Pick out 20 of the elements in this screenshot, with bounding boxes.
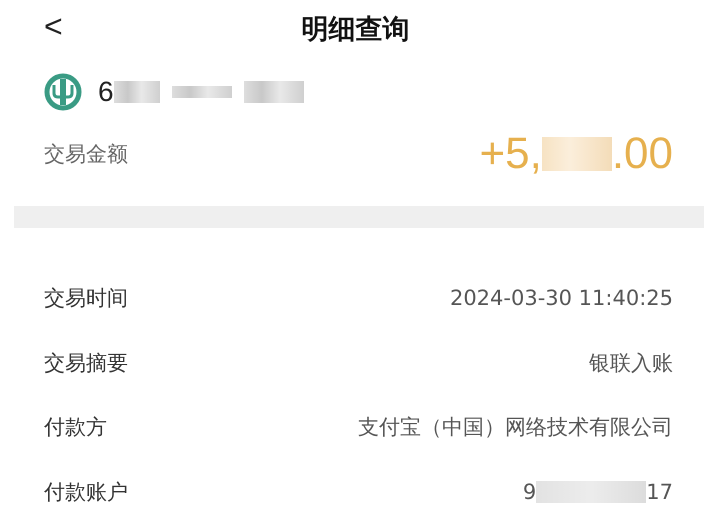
- redaction-mosaic: [244, 81, 304, 103]
- detail-label: 交易时间: [44, 285, 128, 312]
- account-start: 9: [522, 480, 536, 504]
- amount-start: +5,: [479, 129, 542, 179]
- detail-value: 2024-03-30 11:40:25: [450, 286, 673, 310]
- page-title: 明细查询: [302, 13, 410, 47]
- bank-logo-icon: [44, 73, 82, 111]
- detail-value: 支付宝（中国）网络技术有限公司: [358, 414, 673, 442]
- detail-label: 付款账户: [44, 478, 128, 506]
- card-number: 6: [98, 76, 114, 108]
- detail-label: 交易摘要: [44, 350, 128, 377]
- account-end: 17: [646, 480, 673, 504]
- detail-label: 付款方: [44, 414, 107, 442]
- amount-end: .00: [612, 129, 673, 179]
- redaction-mosaic: [542, 137, 612, 171]
- detail-value: 银联入账: [589, 350, 673, 377]
- redaction-mosaic: [114, 81, 160, 103]
- redaction-mosaic: [172, 86, 232, 98]
- amount-label: 交易金额: [44, 141, 128, 168]
- back-button[interactable]: <: [44, 8, 63, 45]
